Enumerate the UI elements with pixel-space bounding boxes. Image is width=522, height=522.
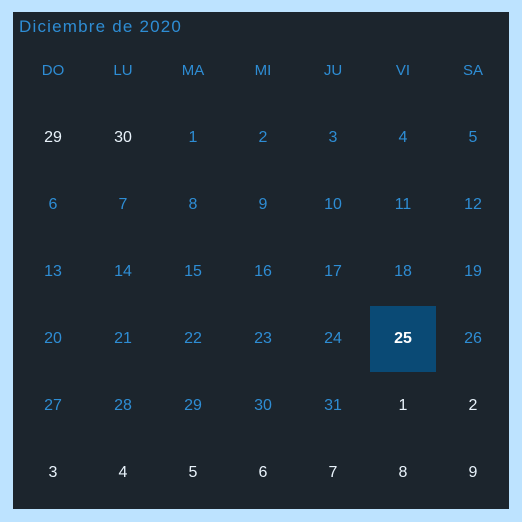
day-cell[interactable]: 3: [298, 104, 368, 171]
weekday-wednesday: MI: [254, 62, 272, 79]
calendar-panel: Diciembre de 2020 DO LU MA MI JU VI SA 2…: [13, 12, 509, 509]
weekday-saturday: SA: [462, 62, 483, 79]
weekday-friday: VI: [395, 62, 411, 79]
day-cell[interactable]: 9: [228, 171, 298, 238]
day-cell[interactable]: 7: [298, 439, 368, 506]
day-cell[interactable]: 10: [298, 171, 368, 238]
day-cell[interactable]: 1: [368, 372, 438, 439]
day-cell[interactable]: 12: [438, 171, 508, 238]
day-cell[interactable]: 5: [158, 439, 228, 506]
day-cell[interactable]: 13: [18, 238, 88, 305]
day-cell[interactable]: 8: [158, 171, 228, 238]
day-cell[interactable]: 31: [298, 372, 368, 439]
day-cell[interactable]: 17: [298, 238, 368, 305]
month-year-title: Diciembre de 2020: [19, 17, 183, 36]
weekday-tuesday: MA: [181, 62, 205, 79]
day-cell[interactable]: 16: [228, 238, 298, 305]
weekday-thursday: JU: [323, 62, 343, 79]
day-cell[interactable]: 18: [368, 238, 438, 305]
day-cell[interactable]: 1: [158, 104, 228, 171]
day-cell[interactable]: 24: [298, 305, 368, 372]
weekday-sunday: DO: [41, 62, 65, 79]
day-cell[interactable]: 27: [18, 372, 88, 439]
day-cell[interactable]: 14: [88, 238, 158, 305]
day-cell[interactable]: 29: [18, 104, 88, 171]
day-cell[interactable]: 2: [228, 104, 298, 171]
day-cell[interactable]: 30: [88, 104, 158, 171]
day-cell[interactable]: 28: [88, 372, 158, 439]
weekday-header-row: DO LU MA MI JU VI SA: [18, 60, 508, 82]
day-cell[interactable]: 4: [88, 439, 158, 506]
day-cell[interactable]: 3: [18, 439, 88, 506]
day-cell[interactable]: 8: [368, 439, 438, 506]
weekday-monday: LU: [113, 62, 133, 79]
selected-day-cell[interactable]: 25: [370, 306, 436, 372]
day-cell[interactable]: 30: [228, 372, 298, 439]
day-cell[interactable]: 2: [438, 372, 508, 439]
day-cell[interactable]: 6: [228, 439, 298, 506]
day-cell[interactable]: 19: [438, 238, 508, 305]
day-cell[interactable]: 7: [88, 171, 158, 238]
day-cell[interactable]: 9: [438, 439, 508, 506]
day-cell[interactable]: 4: [368, 104, 438, 171]
day-cell[interactable]: 21: [88, 305, 158, 372]
day-cell[interactable]: 15: [158, 238, 228, 305]
day-cell[interactable]: 20: [18, 305, 88, 372]
day-cell[interactable]: 5: [438, 104, 508, 171]
day-cell[interactable]: 22: [158, 305, 228, 372]
day-cell[interactable]: 11: [368, 171, 438, 238]
day-cell[interactable]: 6: [18, 171, 88, 238]
day-cell[interactable]: 29: [158, 372, 228, 439]
day-cell[interactable]: 23: [228, 305, 298, 372]
day-cell[interactable]: 26: [438, 305, 508, 372]
day-grid: 29 30 1 2 3 4 5 6 7 8 9 10 11 12 13 14 15 16 17 18 19 20 21 22 2…: [18, 104, 508, 506]
